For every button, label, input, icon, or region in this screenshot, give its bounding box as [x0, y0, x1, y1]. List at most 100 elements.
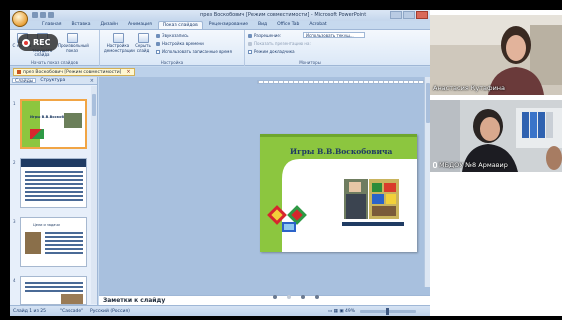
document-tab[interactable]: през Воскобович [Режим совместимости] × — [13, 68, 135, 76]
slide-thumbnail[interactable]: Игры В.В.Воскобовича — [20, 99, 87, 149]
thumb-number: 4 — [13, 278, 16, 283]
tab-outline[interactable]: Структура — [38, 78, 67, 83]
thumb-header — [21, 159, 86, 167]
tab-office-tab[interactable]: Office Tab — [273, 21, 303, 29]
custom-show-button[interactable]: Произвольный показ — [58, 33, 89, 53]
recording-indicator: REC — [18, 34, 58, 51]
thumb-text-lines — [25, 171, 83, 173]
powerpoint-window: през Воскобович [Режим совместимости] - … — [10, 10, 430, 316]
current-slide[interactable]: Игры В.В.Воскобовича — [260, 134, 417, 252]
checkbox-icon — [156, 49, 160, 54]
group-label-setup: Настройка — [160, 60, 184, 65]
notes-pane[interactable]: Заметки к слайду — [99, 295, 430, 305]
minimize-button[interactable] — [390, 11, 402, 19]
tab-design[interactable]: Дизайн — [97, 21, 122, 29]
thumb-green-band — [22, 101, 40, 147]
resolution-label: Разрешение: — [248, 33, 281, 38]
thumb-photo — [61, 294, 83, 304]
thumb-number: 3 — [13, 219, 16, 224]
use-timings-checkbox[interactable]: Использовать записанные время — [156, 49, 232, 54]
zoom-slider-knob[interactable] — [386, 308, 389, 315]
close-button[interactable] — [416, 11, 428, 19]
show-on-label: Показать презентацию на: — [248, 41, 311, 46]
redo-icon[interactable] — [48, 12, 54, 18]
resolution-select[interactable]: Использовать текущ... — [303, 32, 365, 38]
tab-acrobat[interactable]: Acrobat — [305, 21, 330, 29]
dot-icon — [315, 295, 319, 299]
toy-block-green — [372, 183, 382, 192]
slide-thumbnail[interactable] — [20, 158, 87, 208]
tab-insert[interactable]: Вставка — [67, 21, 94, 29]
maximize-button[interactable] — [403, 11, 415, 19]
save-icon[interactable] — [32, 12, 38, 18]
hide-slide-button[interactable]: Скрыть слайд — [133, 33, 153, 53]
slide-top-strip — [260, 134, 417, 137]
office-button[interactable] — [12, 11, 28, 27]
slide-thumbnail[interactable] — [20, 276, 87, 305]
record-narration-button[interactable]: Звукозапись — [156, 33, 189, 38]
microphone-icon — [433, 162, 437, 168]
timer-icon — [156, 41, 160, 46]
slide-title: Игры В.В.Воскобовича — [290, 147, 393, 156]
slide-thumbnail[interactable]: Цели и задачи — [20, 217, 87, 267]
slides-scrollbar[interactable] — [91, 86, 97, 304]
presenter-view-checkbox[interactable]: Режим докладчика — [248, 49, 295, 54]
letterbox-top — [0, 0, 562, 10]
rehearse-timings-button[interactable]: Настройка времени — [156, 41, 204, 46]
undo-icon[interactable] — [40, 12, 46, 18]
ppt-file-icon — [17, 70, 21, 74]
quick-access-toolbar — [32, 12, 54, 18]
slide-photo-face — [349, 182, 361, 192]
document-tab-strip: през Воскобович [Режим совместимости] × — [10, 67, 430, 77]
hide-slide-icon — [137, 33, 149, 43]
participants-panel: Анастасия Кутафина МБДОУ №8 Армавир — [430, 10, 562, 316]
setup-show-button[interactable]: Настройка демонстрации — [104, 33, 135, 53]
record-dot-icon — [22, 38, 30, 47]
dot-icon — [301, 295, 305, 299]
letterbox-bottom — [0, 316, 562, 320]
zoom-slider[interactable] — [360, 308, 416, 315]
slide-accent-bar — [342, 222, 404, 226]
title-bar: през Воскобович [Режим совместимости] - … — [10, 10, 430, 21]
tab-review[interactable]: Рецензирование — [205, 21, 252, 29]
group-monitors: Разрешение: Использовать текущ... Показа… — [245, 30, 375, 66]
thumb-text-lines — [45, 232, 83, 234]
thumb-number: 2 — [13, 160, 16, 165]
participant-tile[interactable]: Анастасия Кутафина — [430, 15, 562, 95]
close-tab-icon[interactable]: × — [126, 69, 130, 75]
thumb-text-lines — [25, 282, 83, 284]
custom-show-icon — [66, 33, 78, 43]
thumb-title: Цели и задачи — [33, 223, 60, 227]
ribbon-tabs: Главная Вставка Дизайн Анимация Показ сл… — [10, 21, 430, 29]
tab-animation[interactable]: Анимация — [124, 21, 156, 29]
thumb-photo — [25, 232, 41, 254]
setup-icon — [112, 33, 124, 43]
ribbon: С начала С текущего слайда Произвольный … — [10, 29, 430, 66]
language-indicator[interactable]: Русский (Россия) — [90, 309, 130, 314]
group-label-start: Начать показ слайдов — [31, 60, 78, 65]
slides-pane: Слайды Структура × 1 Игры В.В.Воскобович… — [10, 77, 98, 305]
scroll-thumb[interactable] — [92, 94, 96, 116]
participant-video — [430, 15, 562, 95]
toy-block-red — [384, 183, 396, 192]
dot-icon — [273, 295, 277, 299]
group-label-monitors: Мониторы — [299, 60, 321, 65]
slide-photo-suit — [346, 194, 366, 219]
participant-tile[interactable]: МБДОУ №8 Армавир — [430, 100, 562, 172]
theme-name: "Cascade" — [60, 309, 84, 314]
group-setup: Настройка демонстрации Скрыть слайд Звук… — [100, 30, 245, 66]
microphone-icon — [156, 33, 160, 38]
toy-block-blue — [372, 194, 384, 204]
tab-home[interactable]: Главная — [38, 21, 65, 29]
window-controls — [390, 11, 428, 19]
tab-slides[interactable]: Слайды — [12, 78, 37, 84]
close-pane-icon[interactable]: × — [90, 78, 94, 84]
zoom-level[interactable]: 49% — [345, 309, 355, 314]
slide-counter: Слайд 1 из 25 — [13, 309, 47, 314]
letterbox-left — [0, 10, 10, 316]
view-buttons[interactable]: ▭ ▦ ▣ — [328, 309, 344, 314]
notes-placeholder: Заметки к слайду — [103, 297, 166, 304]
tab-view[interactable]: Вид — [254, 21, 271, 29]
window-title: през Воскобович [Режим совместимости] - … — [200, 12, 367, 18]
tab-slide-show[interactable]: Показ слайдов — [157, 21, 203, 29]
